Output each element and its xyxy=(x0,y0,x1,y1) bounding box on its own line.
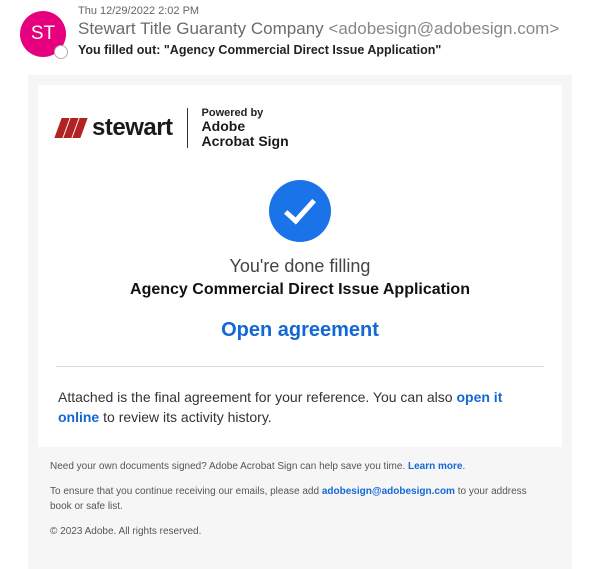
email-body: stewart Powered by Adobe Acrobat Sign Yo… xyxy=(0,57,600,569)
safelist-email-link[interactable]: adobesign@adobesign.com xyxy=(322,486,455,497)
footer-promo: Need your own documents signed? Adobe Ac… xyxy=(50,459,550,474)
attached-suffix: to review its activity history. xyxy=(99,409,271,425)
safelist-prefix: To ensure that you continue receiving ou… xyxy=(50,486,322,497)
open-agreement-link[interactable]: Open agreement xyxy=(58,319,542,342)
email-header: ST Thu 12/29/2022 2:02 PM Stewart Title … xyxy=(0,0,600,57)
stewart-stripes-icon xyxy=(54,118,87,138)
logo-divider xyxy=(187,108,188,148)
avatar: ST xyxy=(20,11,66,57)
done-filling-text: You're done filling xyxy=(58,256,542,277)
adobe-line2: Acrobat Sign xyxy=(202,134,289,149)
avatar-initials: ST xyxy=(31,23,55,45)
presence-indicator xyxy=(54,45,68,59)
confirmation-block: You're done filling Agency Commercial Di… xyxy=(38,172,562,366)
adobe-line1: Adobe xyxy=(202,119,289,134)
checkmark-icon xyxy=(284,191,316,224)
timestamp: Thu 12/29/2022 2:02 PM xyxy=(78,5,600,17)
attached-prefix: Attached is the final agreement for your… xyxy=(58,389,456,405)
email-card: stewart Powered by Adobe Acrobat Sign Yo… xyxy=(28,75,572,569)
email-footer: Need your own documents signed? Adobe Ac… xyxy=(38,447,562,559)
powered-by-block: Powered by Adobe Acrobat Sign xyxy=(202,107,289,150)
stewart-logo: stewart xyxy=(58,114,173,142)
footer-safelist: To ensure that you continue receiving ou… xyxy=(50,484,550,514)
learn-more-link[interactable]: Learn more xyxy=(408,461,462,472)
footer-copyright: © 2023 Adobe. All rights reserved. xyxy=(50,524,550,539)
stewart-brand-text: stewart xyxy=(92,114,173,142)
check-circle-icon xyxy=(269,180,331,242)
logo-row: stewart Powered by Adobe Acrobat Sign xyxy=(38,85,562,172)
card-inner: stewart Powered by Adobe Acrobat Sign Yo… xyxy=(38,85,562,447)
document-name: Agency Commercial Direct Issue Applicati… xyxy=(58,281,542,299)
attached-message: Attached is the final agreement for your… xyxy=(38,367,562,448)
header-text: Thu 12/29/2022 2:02 PM Stewart Title Gua… xyxy=(78,5,600,57)
sender-email: <adobesign@adobesign.com> xyxy=(328,19,559,38)
subject-line: You filled out: "Agency Commercial Direc… xyxy=(78,43,600,57)
sender-line: Stewart Title Guaranty Company <adobesig… xyxy=(78,19,600,39)
sender-name: Stewart Title Guaranty Company xyxy=(78,19,324,38)
promo-text: Need your own documents signed? Adobe Ac… xyxy=(50,461,408,472)
